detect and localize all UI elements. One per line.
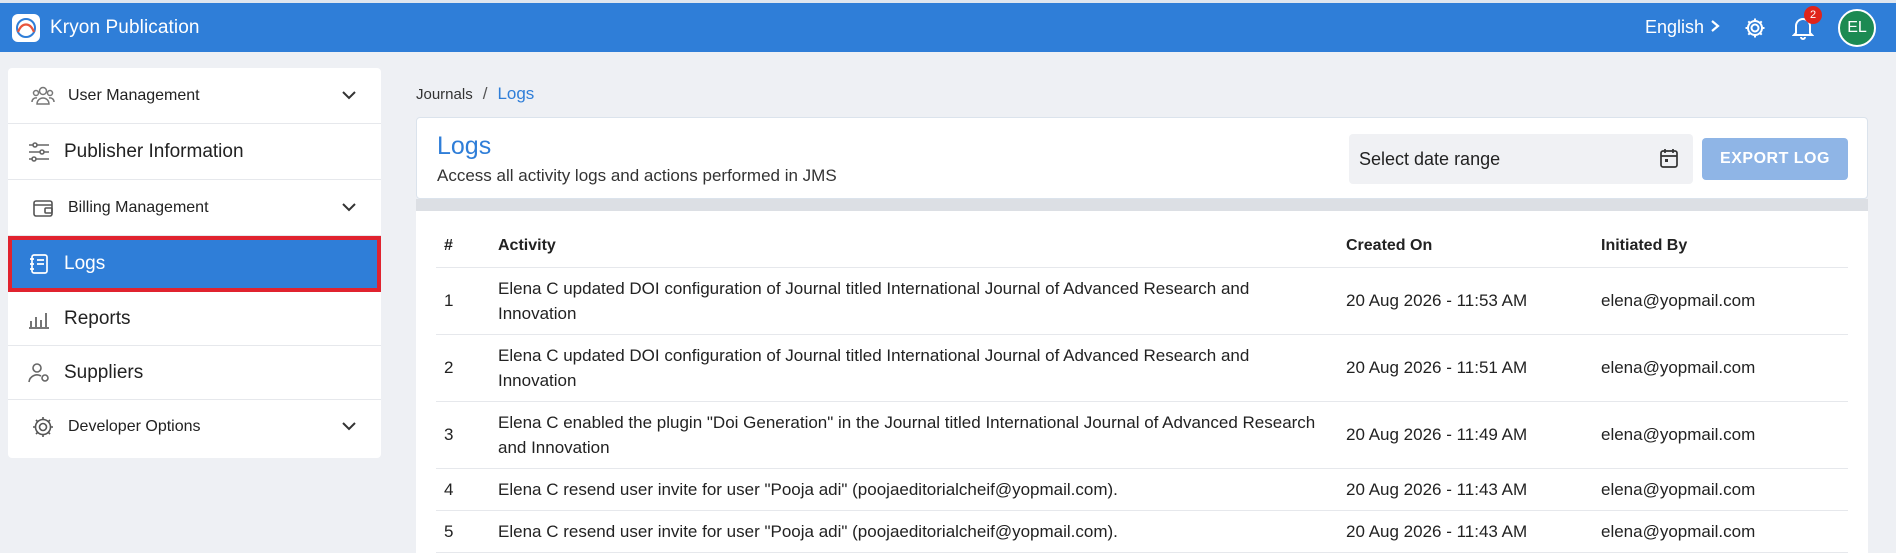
- column-header-created-on: Created On: [1338, 225, 1593, 268]
- cell-initiated-by: elena@yopmail.com: [1593, 334, 1848, 402]
- bar-chart-icon: [26, 306, 52, 332]
- settings-gear-icon[interactable]: [1742, 15, 1768, 41]
- table-row: 2 Elena C updated DOI configuration of J…: [436, 334, 1848, 402]
- cell-activity: Elena C updated DOI configuration of Jou…: [488, 334, 1338, 402]
- breadcrumb-journals[interactable]: Journals: [416, 86, 473, 103]
- app-title: Kryon Publication: [50, 16, 200, 38]
- sidebar-item-label: Developer Options: [68, 418, 201, 435]
- app-logo-icon: [12, 13, 40, 42]
- sidebar-item-reports[interactable]: Reports: [8, 292, 381, 346]
- cell-created-on: 20 Aug 2026 - 11:53 AM: [1338, 267, 1593, 335]
- sidebar-item-publisher-information[interactable]: Publisher Information: [8, 124, 381, 180]
- cell-created-on: 20 Aug 2026 - 11:49 AM: [1338, 401, 1593, 469]
- cell-number: 4: [436, 468, 488, 511]
- cell-number: 2: [436, 334, 488, 402]
- chevron-right-icon: [1710, 17, 1720, 38]
- cell-number: 3: [436, 401, 488, 469]
- cell-initiated-by: elena@yopmail.com: [1593, 267, 1848, 335]
- sidebar-item-label: Reports: [64, 307, 131, 329]
- language-label: English: [1644, 17, 1704, 37]
- chevron-down-icon: [341, 199, 357, 217]
- cell-initiated-by: elena@yopmail.com: [1593, 510, 1848, 553]
- sidebar-item-label: Suppliers: [64, 361, 144, 383]
- sidebar-item-user-management[interactable]: User Management: [8, 68, 381, 124]
- user-avatar[interactable]: EL: [1838, 8, 1876, 47]
- cell-number: 5: [436, 510, 488, 553]
- table-row: 1 Elena C updated DOI configuration of J…: [436, 267, 1848, 335]
- column-header-number: #: [436, 225, 488, 268]
- column-header-initiated-by: Initiated By: [1593, 225, 1848, 268]
- column-header-activity: Activity: [488, 225, 1338, 268]
- sidebar-item-suppliers[interactable]: Suppliers: [8, 346, 381, 400]
- page-title: Logs: [437, 132, 492, 160]
- language-selector[interactable]: English: [1645, 17, 1720, 38]
- cell-created-on: 20 Aug 2026 - 11:43 AM: [1338, 510, 1593, 553]
- table-row: 5 Elena C resend user invite for user "P…: [436, 510, 1848, 553]
- divider: [416, 199, 1868, 211]
- sliders-icon: [26, 139, 52, 165]
- users-group-icon: [30, 83, 56, 109]
- table-header-row: # Activity Created On Initiated By: [436, 225, 1848, 268]
- top-bar: Kryon Publication English 2 EL: [0, 0, 1896, 52]
- cell-activity: Elena C enabled the plugin "Doi Generati…: [488, 401, 1338, 469]
- sidebar-item-label: Logs: [64, 252, 106, 274]
- table-row: 3 Elena C enabled the plugin "Doi Genera…: [436, 401, 1848, 469]
- export-log-button[interactable]: EXPORT LOG: [1702, 138, 1848, 180]
- cell-initiated-by: elena@yopmail.com: [1593, 468, 1848, 511]
- cell-activity: Elena C updated DOI configuration of Jou…: [488, 267, 1338, 335]
- cell-number: 1: [436, 267, 488, 335]
- cell-created-on: 20 Aug 2026 - 11:43 AM: [1338, 468, 1593, 511]
- sidebar-item-label: User Management: [68, 86, 200, 104]
- chevron-down-icon: [341, 418, 357, 436]
- notebook-icon: [26, 251, 52, 277]
- sidebar-item-label: Publisher Information: [64, 140, 244, 162]
- sidebar-item-billing-management[interactable]: Billing Management: [8, 180, 381, 236]
- page-subtitle: Access all activity logs and actions per…: [437, 166, 837, 185]
- table-row: 4 Elena C resend user invite for user "P…: [436, 468, 1848, 511]
- date-range-picker[interactable]: Select date range: [1349, 134, 1693, 184]
- wallet-icon: [30, 195, 56, 221]
- date-range-placeholder: Select date range: [1359, 148, 1501, 169]
- sidebar-item-developer-options[interactable]: Developer Options: [8, 400, 381, 454]
- sidebar-item-label: Billing Management: [68, 198, 209, 216]
- brand[interactable]: Kryon Publication: [12, 13, 200, 42]
- breadcrumb: Journals / Logs: [416, 84, 534, 104]
- notification-badge: 2: [1804, 5, 1822, 24]
- logs-table-card: # Activity Created On Initiated By 1 Ele…: [416, 211, 1868, 553]
- cell-activity: Elena C resend user invite for user "Poo…: [488, 510, 1338, 553]
- breadcrumb-current: Logs: [497, 84, 535, 103]
- cell-created-on: 20 Aug 2026 - 11:51 AM: [1338, 334, 1593, 402]
- page-header-card: Logs Access all activity logs and action…: [416, 117, 1868, 199]
- gear-icon: [30, 414, 56, 440]
- user-settings-icon: [26, 360, 52, 386]
- breadcrumb-separator: /: [482, 84, 488, 103]
- sidebar-item-logs[interactable]: Logs: [8, 236, 381, 292]
- logs-table: # Activity Created On Initiated By 1 Ele…: [436, 225, 1848, 553]
- notifications-bell-icon[interactable]: 2: [1790, 5, 1822, 41]
- sidebar: User Management Publisher Information Bi…: [8, 68, 381, 458]
- cell-initiated-by: elena@yopmail.com: [1593, 401, 1848, 469]
- cell-activity: Elena C resend user invite for user "Poo…: [488, 468, 1338, 511]
- chevron-down-icon: [341, 87, 357, 105]
- calendar-icon: [1659, 147, 1679, 174]
